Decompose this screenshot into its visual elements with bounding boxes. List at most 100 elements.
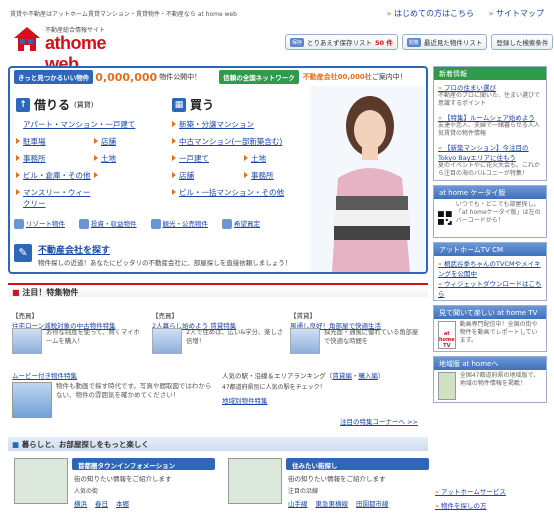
recent-list-button[interactable]: 閲覧 最近見た物件リスト — [401, 34, 488, 50]
movie-link[interactable]: ムービー付き物件特集 — [12, 372, 77, 380]
buy-ranking-link[interactable]: 購入編 — [358, 372, 378, 380]
qr-code-icon — [438, 211, 452, 225]
find-agent: ✎ 不動産会社を探す 物件探しの近道！あなたにピッタリの不動産会社に、部屋探しを… — [14, 240, 304, 270]
region-box: 地域版 at homeへ 全国47都道府県の地域版で、地域の物件情報を掲載！ — [433, 356, 547, 403]
map-image[interactable] — [228, 458, 282, 504]
model-photo — [310, 86, 425, 272]
agent-icon: ✎ — [14, 244, 32, 262]
stats-banner: きっと見つかるいい物件 0,000,000 物件 公開中！ 信頼の全国ネットワー… — [14, 69, 424, 85]
feature-image[interactable] — [152, 328, 182, 354]
buy-used-mansion-link[interactable]: 中古マンション(一部新築含む) — [172, 136, 312, 147]
mobile-head: at home ケータイ版 — [434, 186, 546, 199]
town-link[interactable]: 横浜 — [74, 498, 87, 508]
feature-image[interactable] — [290, 328, 320, 354]
investment-link[interactable]: 投資・収益物件 — [79, 218, 137, 229]
buy-title: 買う — [190, 98, 215, 112]
rent-ranking-link[interactable]: 賃貸編 — [332, 372, 352, 380]
buy-section: ▦ 買う 新築・分譲マンション 中古マンション(一部新築含む) 一戸建て 土地 店… — [172, 96, 317, 198]
news-link[interactable]: 【新築マンション】今注目の Tokyo Bayエリアに住もう — [438, 142, 542, 162]
rent-shop-link[interactable]: 店舗 — [94, 136, 164, 147]
save-toolbar: 保存 とりあえず保存リスト 50 件 閲覧 最近見た物件リスト 登録した検索条件 — [285, 34, 554, 50]
right-sidebar: 新着情報 プロの住まい選び不動産のプロに聞いた、住まい選びで意識するポイント 【… — [433, 66, 547, 407]
search-guide-link[interactable]: 物件を探しの方 — [435, 500, 506, 510]
buy-house-link[interactable]: 一戸建て — [172, 153, 244, 164]
buy-shop-link[interactable]: 店舗 — [172, 170, 244, 181]
rent-land-link[interactable]: 土地 — [94, 153, 164, 164]
town-link[interactable]: 本郷 — [116, 498, 129, 508]
save-icon: 保存 — [290, 37, 305, 47]
top-links: はじめての方はこちら サイトマップ — [375, 8, 544, 19]
rent-icon: ↑ — [16, 97, 30, 112]
feature-heading: 注目！特集物件 — [8, 283, 428, 297]
listings-pill: きっと見つかるいい物件 — [14, 70, 94, 84]
area-feature-link[interactable]: 地域別物件特集 — [222, 397, 268, 405]
movie-feature: ムービー付き物件特集 物件も動画で探す時代です。写真や間取図ではわからない、物件… — [12, 370, 212, 418]
more-features-link[interactable]: 注目の特集コーナーへ >> — [340, 416, 418, 426]
town-image[interactable] — [14, 458, 68, 504]
news-link[interactable]: 【特集】ルームシェア始めよう — [438, 112, 542, 122]
tvcm-head: アットホームTV CM — [434, 243, 546, 256]
rent-parking-link[interactable]: 駐車場 — [16, 136, 94, 147]
investment-icon — [79, 219, 89, 229]
buy-land-link[interactable]: 土地 — [244, 153, 314, 164]
news-head: 新着情報 — [434, 67, 546, 80]
cm-link[interactable]: 桐武谷季ちゃんのTVCMやメイキングを公開中 — [438, 258, 542, 278]
right-links: アットホームサービス 物件を探しの方 — [435, 486, 506, 514]
town-search-box: 住みたい街探し 街の知りたい情報をご紹介します 注目の沿線 山手線 東急東横線 田園… — [224, 458, 429, 518]
widget-link[interactable]: ウィジェットダウンロードはこちら — [438, 278, 542, 298]
tvcm-box: アットホームTV CM 桐武谷季ちゃんのTVCMやメイキングを公開中ウィジェット… — [433, 242, 547, 301]
tv-logo[interactable]: at home TV — [438, 321, 456, 349]
appraisal-link[interactable]: 希望買定 — [222, 218, 260, 229]
mobile-box: at home ケータイ版 いつでも・どこでも部屋探し。「at homeケータイ… — [433, 185, 547, 238]
news-box: 新着情報 プロの住まい選び不動産のプロに聞いた、住まい選びで意識するポイント 【… — [433, 66, 547, 181]
auction-link[interactable]: 観光・公売物件 — [150, 218, 208, 229]
japan-map-icon[interactable] — [438, 372, 456, 400]
listing-count: 0,000,000 — [95, 70, 158, 84]
tv-head: 見て聞いて楽しい at home TV — [434, 306, 546, 319]
rent-building-link[interactable]: ビル・倉庫・その他 — [16, 170, 94, 181]
buy-building-link[interactable]: ビル・一括マンション・その他 — [172, 187, 312, 198]
rent-office-link[interactable]: 事務所 — [16, 153, 94, 164]
rent-monthly-link[interactable]: マンスリー・ウィークリー — [16, 187, 94, 209]
lifestyle-heading: 暮らしと、お部屋探しをもっと楽しく — [8, 437, 428, 451]
network-pill: 信頼の全国ネットワーク — [219, 70, 299, 84]
site-tagline: 賃貸や不動産はアットホーム賃貸マンション・賃貸物件・不動産なら at home … — [10, 11, 237, 18]
minor-links: リゾート物件 投資・収益物件 観光・公売物件 希望買定 — [14, 218, 260, 229]
news-link[interactable]: プロの住まい選び — [438, 82, 542, 92]
buy-icon: ▦ — [172, 97, 186, 112]
resort-link[interactable]: リゾート物件 — [14, 218, 65, 229]
save-list-button[interactable]: 保存 とりあえず保存リスト 50 件 — [285, 34, 398, 50]
site-logo[interactable]: 不動産総合情報サイト athome web — [13, 24, 143, 74]
line-link[interactable]: 田園都市線 — [356, 498, 389, 508]
find-agent-link[interactable]: 不動産会社を探す — [38, 243, 110, 256]
feature-card: 【売買】 住宅ローン減税対象の中古物件特集 お得な制度を使って、賢くマイホームを… — [12, 310, 148, 354]
town-info-head[interactable]: 首都圏タウンインフォメーション — [72, 458, 215, 470]
line-link[interactable]: 東急東横線 — [316, 498, 349, 508]
recent-icon: 閲覧 — [406, 37, 421, 47]
tv-box: 見て聞いて楽しい at home TV at home TV 動画専門配信中！全… — [433, 305, 547, 352]
resort-icon — [14, 219, 24, 229]
house-logo-icon — [14, 27, 40, 51]
line-link[interactable]: 山手線 — [288, 498, 308, 508]
find-agent-desc: 物件探しの近道！あなたにピッタリの不動産会社に、部屋探しを直接依頼しましょう！ — [38, 259, 292, 267]
town-info-box: 首都圏タウンインフォメーション 街の知りたい情報をご紹介します 人気の街 横浜春… — [10, 458, 215, 518]
ranking-feature: 人気の駅・沿線＆エリアランキング（賃貸編・購入編） 47都道府県別に人気の駅をチ… — [222, 372, 385, 405]
region-head: 地域版 at homeへ — [434, 357, 546, 370]
feature-card: 【売買】 2人暮らし始めよう 賃貸特集 2人で住めば、広い&学分、楽しさ倍増！ — [152, 310, 288, 354]
agent-count: 不動産会社00,000社 — [302, 73, 372, 81]
rent-section: ↑ 借りる (賃貸) アパート・マンション・一戸建て 駐車場 店舗 事務所 土地 ビ… — [16, 96, 166, 209]
town-search-head[interactable]: 住みたい街探し — [286, 458, 429, 470]
feature-image[interactable] — [12, 328, 42, 354]
feature-card: 【賃貸】 風通し良好！角部屋で快適生活 採光面・通風に優れている角部屋で快適な時… — [290, 310, 426, 354]
movie-image[interactable] — [12, 382, 52, 418]
first-time-link[interactable]: はじめての方はこちら — [387, 9, 474, 18]
appraisal-icon — [222, 219, 232, 229]
saved-search-button[interactable]: 登録した検索条件 — [491, 34, 554, 50]
town-link[interactable]: 春日 — [95, 498, 108, 508]
buy-new-mansion-link[interactable]: 新築・分譲マンション — [172, 119, 312, 130]
service-link[interactable]: アットホームサービス — [435, 486, 506, 496]
sitemap-link[interactable]: サイトマップ — [489, 9, 544, 18]
rent-title: 借りる — [34, 98, 71, 112]
buy-office-link[interactable]: 事務所 — [244, 170, 314, 181]
rent-apartment-link[interactable]: アパート・マンション・一戸建て — [23, 120, 135, 129]
